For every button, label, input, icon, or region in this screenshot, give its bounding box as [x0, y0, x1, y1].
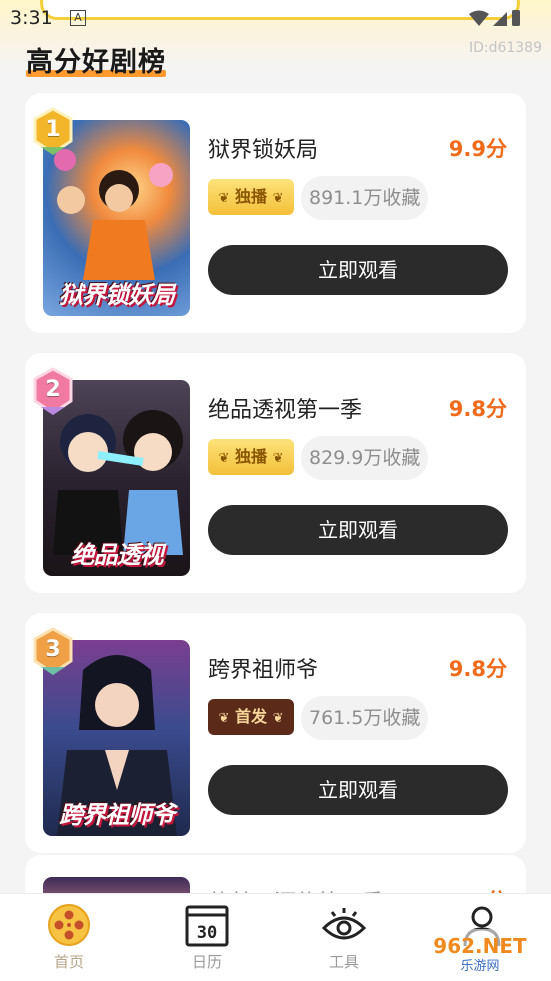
- wreath-icon: ❦: [272, 711, 284, 726]
- nav-home[interactable]: 首页: [24, 894, 114, 981]
- wreath-icon: ❦: [272, 451, 284, 466]
- tag-label: 独播: [234, 447, 267, 466]
- eye-icon: [321, 908, 367, 940]
- ranking-card[interactable]: 跨界祖师爷 3 跨界祖师爷 9.8分 ❦ 首发 ❦ 761.5万收藏 立即观看: [25, 613, 526, 853]
- favorite-count: 891.1万收藏: [301, 176, 429, 220]
- status-time: 3:31: [10, 7, 53, 29]
- drama-score: 9.8分: [448, 657, 507, 681]
- premiere-tag: ❦ 首发 ❦: [208, 699, 294, 735]
- watermark-logo: 962.NET 乐游网: [412, 929, 548, 974]
- wreath-icon: ❦: [218, 451, 230, 466]
- user-id: ID:d61389: [468, 40, 542, 56]
- rank-number: 1: [45, 117, 61, 142]
- poster-caption: 跨界祖师爷: [59, 801, 175, 829]
- drama-title[interactable]: 跨界祖师爷: [208, 652, 318, 684]
- rank-badge: 3: [31, 627, 75, 677]
- status-bar: 3:31 A: [0, 0, 551, 40]
- nav-calendar[interactable]: 30 日历: [162, 894, 252, 981]
- wreath-icon: ❦: [272, 191, 284, 206]
- nav-label: 日历: [191, 953, 222, 971]
- calendar-icon: 30: [185, 905, 229, 947]
- drama-score: 9.8分: [448, 397, 507, 421]
- watch-now-button[interactable]: 立即观看: [208, 765, 508, 815]
- nav-label: 首页: [53, 953, 84, 971]
- ranking-card[interactable]: 狱界锁妖局 1 狱界锁妖局 9.9分 ❦ 独播 ❦ 891.1万收藏 立即观看: [25, 93, 526, 333]
- notification-icon: A: [70, 10, 86, 26]
- tag-label: 首发: [234, 707, 267, 726]
- tag-label: 独播: [234, 187, 267, 206]
- nav-label: 工具: [328, 953, 359, 971]
- svg-text:962.NET: 962.NET: [433, 934, 527, 958]
- nav-tools[interactable]: 工具: [299, 894, 389, 981]
- exclusive-tag: ❦ 独播 ❦: [208, 179, 294, 215]
- rank-badge: 1: [31, 107, 75, 157]
- watch-now-button[interactable]: 立即观看: [208, 505, 508, 555]
- film-reel-icon: [48, 904, 90, 946]
- favorite-count: 829.9万收藏: [301, 436, 429, 480]
- calendar-date: 30: [197, 923, 217, 943]
- signal-battery-icon: [469, 10, 520, 26]
- rank-badge: 2: [31, 367, 75, 417]
- wreath-icon: ❦: [218, 191, 230, 206]
- svg-text:乐游网: 乐游网: [460, 959, 499, 974]
- exclusive-tag: ❦ 独播 ❦: [208, 439, 294, 475]
- wreath-icon: ❦: [218, 711, 230, 726]
- poster-caption: 狱界锁妖局: [59, 281, 175, 309]
- drama-title[interactable]: 绝品透视第一季: [208, 392, 362, 424]
- favorite-count: 761.5万收藏: [301, 696, 429, 740]
- drama-title[interactable]: 狱界锁妖局: [208, 132, 318, 164]
- rank-number: 2: [45, 377, 61, 402]
- page-title: 高分好剧榜: [26, 40, 166, 79]
- poster-caption: 绝品透视: [70, 541, 164, 569]
- ranking-card[interactable]: 绝品透视 2 绝品透视第一季 9.8分 ❦ 独播 ❦ 829.9万收藏 立即观看: [25, 353, 526, 593]
- watch-now-button[interactable]: 立即观看: [208, 245, 508, 295]
- drama-score: 9.9分: [448, 137, 507, 161]
- rank-number: 3: [45, 637, 61, 662]
